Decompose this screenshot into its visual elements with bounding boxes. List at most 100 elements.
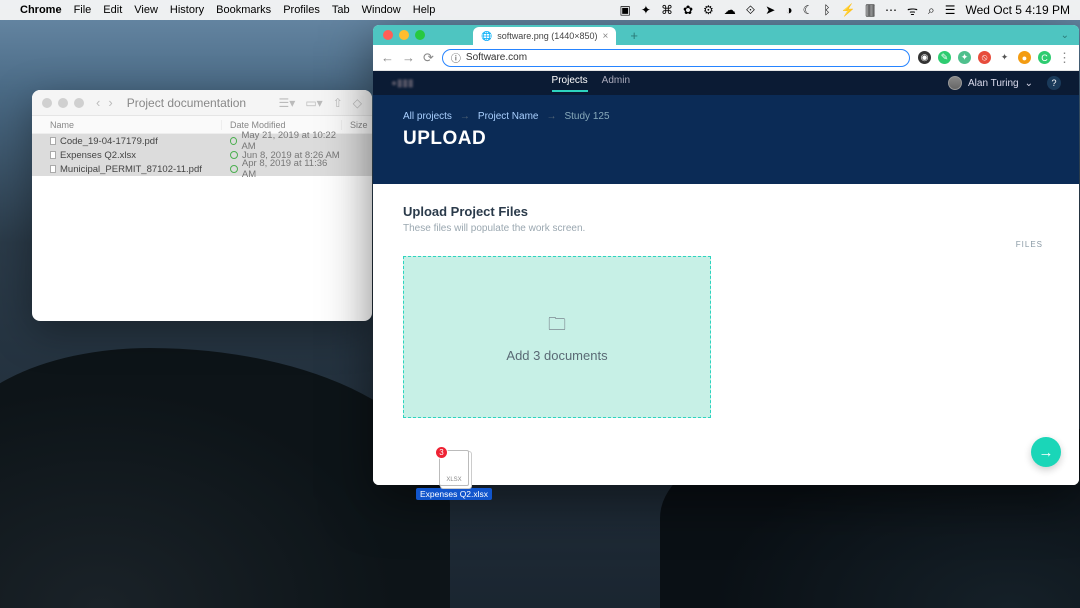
- status-icon[interactable]: ☁: [724, 3, 736, 17]
- drag-ghost: XLSX 3 Expenses Q2.xlsx: [416, 450, 492, 500]
- finder-toolbar: ‹ › Project documentation ☰▾ ▭▾ ⇧ ◇: [32, 90, 372, 116]
- extension-icon[interactable]: ⦸: [978, 51, 991, 64]
- document-icon: [50, 165, 56, 173]
- url-text: Software.com: [466, 52, 527, 63]
- column-date[interactable]: Date Modified: [222, 120, 342, 130]
- menubar-clock[interactable]: Wed Oct 5 4:19 PM: [966, 3, 1071, 17]
- extensions-puzzle-icon[interactable]: ✦: [998, 51, 1011, 64]
- user-name: Alan Turing: [968, 78, 1019, 89]
- file-name: Expenses Q2.xlsx: [60, 150, 136, 161]
- menu-view[interactable]: View: [134, 4, 158, 16]
- status-icon[interactable]: ⚙: [703, 3, 714, 17]
- status-icon[interactable]: ✿: [683, 3, 693, 17]
- files-label: FILES: [1016, 240, 1043, 249]
- chevron-right-icon: →: [460, 111, 470, 122]
- drag-file-label: Expenses Q2.xlsx: [416, 488, 492, 500]
- group-icon[interactable]: ▭▾: [305, 96, 322, 110]
- battery-icon[interactable]: 🀫: [865, 3, 875, 18]
- status-icon[interactable]: ➤: [765, 3, 775, 17]
- share-icon[interactable]: ⇧: [333, 96, 343, 110]
- moon-icon[interactable]: ☾: [803, 3, 814, 17]
- menubar-app-name[interactable]: Chrome: [20, 4, 62, 16]
- profile-icon[interactable]: C: [1038, 51, 1051, 64]
- menu-edit[interactable]: Edit: [103, 4, 122, 16]
- page-body: Upload Project Files These files will po…: [373, 184, 1079, 485]
- chevron-down-icon: ⌄: [1025, 78, 1033, 89]
- extension-icon[interactable]: ◉: [918, 51, 931, 64]
- menu-tab[interactable]: Tab: [332, 4, 350, 16]
- forward-icon[interactable]: ›: [108, 95, 112, 110]
- control-center-icon[interactable]: ☰: [945, 3, 956, 17]
- window-controls[interactable]: [383, 30, 425, 40]
- minimize-icon[interactable]: [399, 30, 409, 40]
- dropzone-text: Add 3 documents: [506, 348, 607, 363]
- nav-admin[interactable]: Admin: [602, 75, 630, 92]
- new-tab-icon[interactable]: +: [630, 28, 638, 43]
- window-controls[interactable]: [42, 98, 84, 108]
- folder-icon: 🗀: [548, 312, 566, 342]
- maximize-icon[interactable]: [415, 30, 425, 40]
- menu-window[interactable]: Window: [362, 4, 401, 16]
- file-row[interactable]: Code_19-04-17179.pdf May 21, 2019 at 10:…: [32, 134, 372, 148]
- status-icon[interactable]: ✦: [641, 3, 651, 17]
- column-name[interactable]: Name: [32, 120, 222, 130]
- menu-file[interactable]: File: [74, 4, 92, 16]
- help-icon[interactable]: ?: [1047, 76, 1061, 90]
- close-icon[interactable]: [383, 30, 393, 40]
- file-type-label: XLSX: [446, 477, 461, 483]
- tabs-chevron-icon[interactable]: ⌄: [1061, 30, 1069, 41]
- status-icon[interactable]: ◑: [785, 3, 792, 17]
- browser-tab[interactable]: 🌐 software.png (1440×850) ×: [473, 27, 616, 45]
- tab-close-icon[interactable]: ×: [603, 31, 609, 42]
- finder-title: Project documentation: [127, 96, 271, 110]
- breadcrumb-all-projects[interactable]: All projects: [403, 111, 452, 122]
- file-date: Apr 8, 2019 at 11:36 AM: [242, 158, 342, 180]
- sync-icon: [230, 137, 237, 145]
- status-icon[interactable]: ⟐: [746, 3, 755, 18]
- close-icon[interactable]: [42, 98, 52, 108]
- view-list-icon[interactable]: ☰▾: [279, 96, 296, 110]
- menu-history[interactable]: History: [170, 4, 204, 16]
- next-fab-button[interactable]: →: [1031, 437, 1061, 467]
- reload-icon[interactable]: ⟳: [423, 50, 434, 66]
- battery-icon[interactable]: ⚡: [841, 3, 856, 17]
- menu-help[interactable]: Help: [413, 4, 436, 16]
- maximize-icon[interactable]: [74, 98, 84, 108]
- url-input[interactable]: ⓘ Software.com: [442, 49, 910, 67]
- extension-icon[interactable]: ✦: [958, 51, 971, 64]
- extension-icon[interactable]: ✎: [938, 51, 951, 64]
- page-title: UPLOAD: [403, 128, 1049, 150]
- nav-projects[interactable]: Projects: [552, 75, 588, 92]
- document-icon: [50, 151, 56, 159]
- chevron-right-icon: →: [546, 111, 556, 122]
- count-badge: 3: [435, 446, 448, 459]
- tag-icon[interactable]: ◇: [353, 96, 362, 110]
- menu-bookmarks[interactable]: Bookmarks: [216, 4, 271, 16]
- extension-icons: ◉ ✎ ✦ ⦸ ✦ ● C ⋮: [918, 51, 1071, 64]
- status-icon[interactable]: ▣: [620, 3, 631, 17]
- back-icon[interactable]: ‹: [96, 95, 100, 110]
- macos-menubar: Chrome File Edit View History Bookmarks …: [0, 0, 1080, 20]
- column-size[interactable]: Size: [342, 120, 368, 130]
- forward-icon[interactable]: →: [402, 50, 415, 65]
- breadcrumb-current: Study 125: [564, 111, 609, 122]
- site-info-icon[interactable]: ⓘ: [451, 50, 461, 65]
- back-icon[interactable]: ←: [381, 50, 394, 65]
- bluetooth-icon[interactable]: ᛒ: [823, 3, 830, 17]
- status-icon[interactable]: ⌘: [661, 3, 673, 17]
- browser-menu-icon[interactable]: ⋮: [1058, 51, 1071, 64]
- extension-icon[interactable]: ●: [1018, 51, 1031, 64]
- section-subtext: These files will populate the work scree…: [403, 223, 1049, 234]
- breadcrumb: All projects → Project Name → Study 125: [403, 111, 1049, 122]
- breadcrumb-project[interactable]: Project Name: [478, 111, 539, 122]
- menu-profiles[interactable]: Profiles: [283, 4, 320, 16]
- minimize-icon[interactable]: [58, 98, 68, 108]
- wifi-icon[interactable]: ᯤ: [907, 2, 918, 19]
- search-icon[interactable]: ⌕: [928, 3, 935, 18]
- file-row[interactable]: Municipal_PERMIT_87102-11.pdf Apr 8, 201…: [32, 162, 372, 176]
- user-menu[interactable]: Alan Turing ⌄ ?: [948, 76, 1061, 90]
- file-dropzone[interactable]: 🗀 Add 3 documents: [403, 256, 711, 418]
- wifi-icon[interactable]: ⋯: [885, 3, 897, 17]
- browser-window: 🌐 software.png (1440×850) × + ⌄ ← → ⟳ ⓘ …: [373, 25, 1079, 485]
- tab-title: software.png (1440×850): [497, 31, 597, 41]
